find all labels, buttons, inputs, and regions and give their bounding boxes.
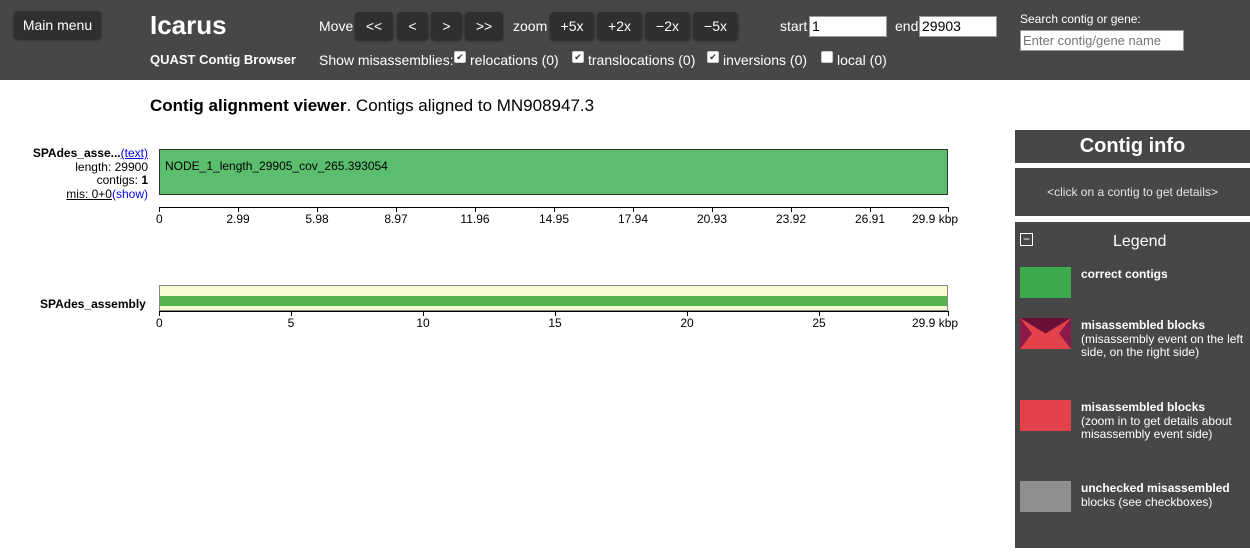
axis-tick-label: 11.96 [460, 212, 490, 226]
axis-tick-label: 5.98 [305, 212, 329, 226]
axis-tick-label: 23.92 [775, 212, 807, 226]
overview-contig-bar[interactable] [160, 296, 947, 306]
axis-tick-label: 10 [416, 316, 430, 330]
contig-info-hint: <click on a contig to get details> [1047, 185, 1218, 199]
contig-name: NODE_1_length_29905_cov_265.393054 [165, 159, 388, 173]
legend-item-desc: (misassembly event on the left side, on … [1081, 331, 1244, 359]
top-toolbar: Main menu Icarus QUAST Contig Browser Mo… [0, 0, 1250, 80]
legend-item-desc: blocks (see checkboxes) [1081, 494, 1213, 509]
relocations-label: relocations (0) [470, 52, 559, 68]
assembly-length: length: 29900 [75, 159, 148, 174]
zoom-in-2x-button[interactable]: +2x [597, 12, 642, 40]
axis-tick-label: 20.93 [696, 212, 728, 226]
contigs-label: contigs: [96, 173, 138, 187]
legend-collapse-toggle[interactable]: − [1020, 233, 1033, 246]
contig-block[interactable]: NODE_1_length_29905_cov_265.393054 [159, 149, 948, 195]
axis-tick-label: 29.9 kbp [912, 316, 959, 330]
contigs-count: 1 [141, 173, 148, 187]
contig-info-panel: <click on a contig to get details> [1015, 168, 1250, 216]
axis-tick-label: 15 [548, 316, 562, 330]
translocations-label: translocations (0) [588, 52, 696, 68]
end-input[interactable] [919, 16, 997, 37]
show-link[interactable]: (show) [112, 187, 148, 201]
contig-info-title: Contig info [1079, 135, 1186, 157]
axis-tick-label: 26.91 [854, 212, 886, 226]
overview-track[interactable] [159, 285, 948, 311]
main-menu-button[interactable]: Main menu [14, 11, 101, 39]
text-link[interactable]: (text) [121, 146, 148, 160]
assembly-info: SPAdes_asse...(text) length: 29900 conti… [33, 146, 148, 201]
axis-tick-label: 2.99 [226, 212, 250, 226]
axis-tick-label: 0 [156, 316, 163, 330]
local-checkbox[interactable] [821, 51, 833, 63]
start-input[interactable] [809, 16, 887, 37]
axis-tick-label: 17.94 [617, 212, 649, 226]
bottom-axis [159, 311, 949, 312]
search-input[interactable] [1020, 30, 1184, 51]
misassemblies-label: Show misassemblies: [319, 52, 454, 68]
inversions-label: inversions (0) [723, 52, 808, 68]
zoom-out-2x-button[interactable]: −2x [645, 12, 690, 40]
legend-item-title: misassembled blocks [1081, 400, 1206, 414]
relocations-checkbox[interactable]: ✔ [454, 51, 466, 63]
inversions-checkbox[interactable]: ✔ [707, 51, 719, 63]
move-left-button[interactable]: < [397, 12, 428, 40]
translocations-checkbox[interactable]: ✔ [572, 51, 584, 63]
misassembled-both-sides-swatch [1020, 318, 1071, 349]
legend-item-unchecked: unchecked misassembled blocks (see check… [1081, 481, 1246, 509]
misassembly-arrows-icon [1020, 318, 1071, 349]
legend-item-desc: (zoom in to get details about misassembl… [1081, 413, 1232, 441]
legend-item-title: correct contigs [1081, 267, 1168, 281]
local-label: local (0) [837, 52, 887, 68]
unchecked-swatch [1020, 481, 1071, 512]
move-far-left-button[interactable]: << [355, 12, 393, 40]
axis-tick-label: 8.97 [384, 212, 408, 226]
axis-tick-label: 5 [287, 316, 295, 330]
contig-info-header: Contig info [1015, 130, 1250, 163]
app-subtitle: QUAST Contig Browser [150, 52, 296, 67]
zoom-label: zoom [513, 18, 548, 34]
overview-assembly-name: SPAdes_assembly [40, 297, 146, 311]
axis-tick-label: 20 [680, 316, 694, 330]
legend-item-title: unchecked misassembled [1081, 481, 1230, 495]
assembly-name[interactable]: SPAdes_asse... [33, 146, 121, 160]
page-title-bold: Contig alignment viewer [150, 96, 347, 115]
correct-swatch [1020, 267, 1071, 298]
move-far-right-button[interactable]: >> [465, 12, 503, 40]
legend-panel: − Legend correct contigs misassembled bl… [1015, 222, 1250, 548]
misassembled-swatch [1020, 400, 1071, 431]
start-label: start [780, 18, 808, 34]
search-label: Search contig or gene: [1020, 12, 1141, 26]
move-right-button[interactable]: > [431, 12, 462, 40]
legend-item-correct: correct contigs [1081, 267, 1168, 282]
move-label: Move [319, 18, 354, 34]
legend-item-title: misassembled blocks [1081, 318, 1206, 332]
legend-title: Legend [1113, 233, 1167, 250]
page-title-rest: . Contigs aligned to MN908947.3 [346, 96, 595, 115]
axis-tick-label: 29.9 kbp [912, 212, 959, 226]
legend-item-misassembled: misassembled blocks (zoom in to get deta… [1081, 400, 1246, 442]
zoom-out-5x-button[interactable]: −5x [693, 12, 738, 40]
end-label: end [895, 18, 919, 34]
page-title: Contig alignment viewer. Contigs aligned… [150, 96, 594, 116]
app-title: Icarus [150, 10, 227, 40]
legend-item-misassembled-sides: misassembled blocks (misassembly event o… [1081, 318, 1246, 360]
axis-tick-label: 25 [812, 316, 826, 330]
axis-tick-label: 14.95 [538, 212, 570, 226]
axis-tick-label: 0 [156, 212, 163, 226]
zoom-in-5x-button[interactable]: +5x [550, 12, 594, 40]
misassemblies-count: mis: 0+0 [66, 186, 112, 201]
